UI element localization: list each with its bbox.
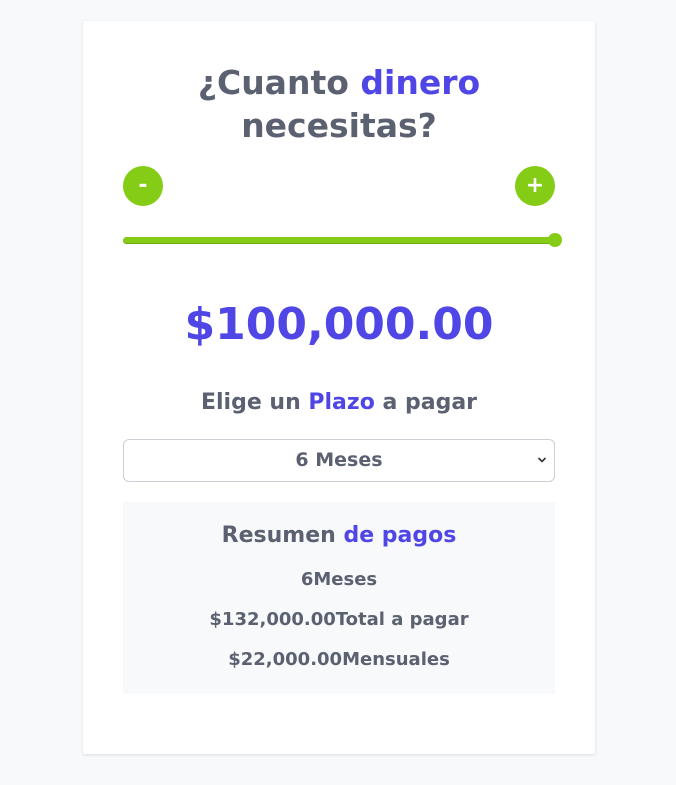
summary-title-accent: de pagos [343,523,457,548]
summary-monthly: $22,000.00Mensuales [123,648,555,672]
term-label-accent: Plazo [308,390,375,415]
monthly-value: $22,000.00 [228,649,343,670]
slider-thumb[interactable] [548,233,562,247]
amount-slider[interactable] [123,233,562,247]
total-value: $132,000.00 [209,609,336,630]
term-label: Elige un Plazo a pagar [83,389,595,417]
term-label-text: Elige un [200,390,309,415]
months-label: Meses [313,569,378,590]
loan-amount: $100,000.00 [184,299,494,350]
summary-months: 6Meses [123,568,555,592]
summary-title: Resumen de pagos [123,522,555,550]
monthly-label: Mensuales [342,649,450,670]
decrease-amount-button[interactable]: - [123,166,163,206]
title-accent: dinero [360,63,481,102]
term-select[interactable]: 6 Meses [123,439,555,482]
title-text: ¿Cuanto [197,63,361,102]
summary-total: $132,000.00Total a pagar [123,608,555,632]
title-text-line2: necesitas? [241,106,437,145]
loan-calculator-card: ¿Cuanto dinero necesitas? - + $100,000.0… [83,21,595,754]
total-label: Total a pagar [335,609,469,630]
months-value: 6 [300,569,314,590]
summary-title-text: Resumen [221,523,344,548]
slider-fill [123,237,555,244]
page-title: ¿Cuanto dinero necesitas? [83,61,595,147]
payment-summary: Resumen de pagos 6Meses $132,000.00Total… [123,502,555,694]
term-label-text-end: a pagar [374,390,478,415]
chevron-down-icon [537,457,547,463]
term-select-value: 6 Meses [295,449,383,471]
increase-amount-button[interactable]: + [515,166,555,206]
